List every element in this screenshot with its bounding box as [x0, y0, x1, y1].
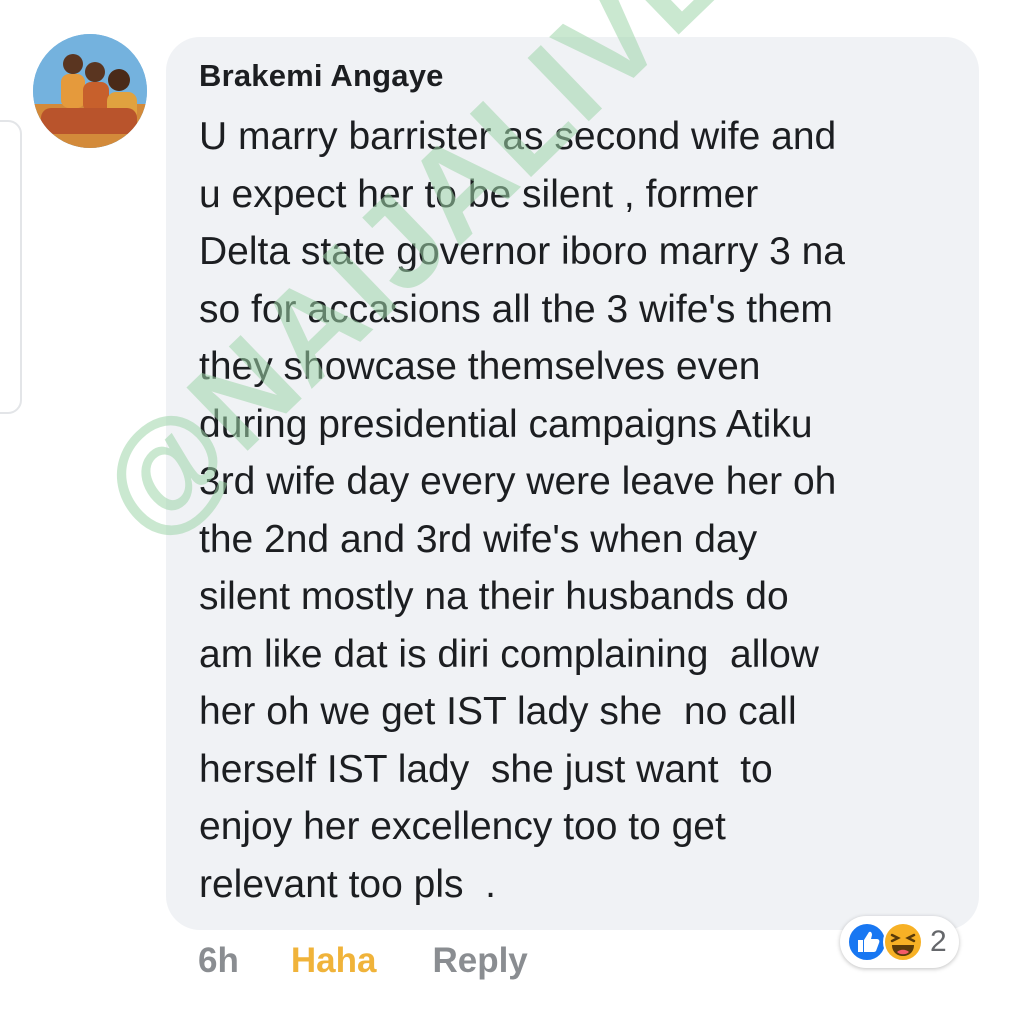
comment-line: relevant too pls .: [199, 862, 496, 906]
reply-button[interactable]: Reply: [432, 941, 527, 981]
comment-author[interactable]: Brakemi Angaye: [199, 58, 444, 94]
reaction-count: 2: [930, 925, 947, 958]
comment-line: her oh we get IST lady she no call: [199, 690, 797, 733]
comment-line: am like dat is diri complaining allow: [199, 632, 819, 676]
comment-line: so for accasions all the 3 wife's them: [199, 287, 833, 331]
comment-text: U marry barrister as second wife and u e…: [199, 108, 959, 913]
comment-line: U marry barrister as second wife and: [199, 115, 837, 158]
haha-icon: [883, 922, 923, 962]
comment-line: they showcase themselves even: [199, 345, 761, 388]
comment-line: herself IST lady she just want to: [199, 747, 773, 791]
comment-screenshot: Brakemi Angaye U marry barrister as seco…: [0, 0, 1015, 1024]
avatar[interactable]: [33, 34, 147, 148]
comment-line: silent mostly na their husbands do: [199, 575, 789, 618]
reaction-summary[interactable]: 2: [840, 916, 959, 968]
comment-actions: 6h Haha Reply: [198, 934, 528, 988]
left-edge-card: [0, 120, 22, 414]
comment-line: the 2nd and 3rd wife's when day: [199, 517, 758, 561]
haha-reaction-button[interactable]: Haha: [291, 941, 377, 981]
avatar-photo-icon: [33, 34, 147, 148]
comment-timestamp[interactable]: 6h: [198, 941, 239, 981]
comment-line: Delta state governor iboro marry 3 na: [199, 230, 845, 273]
comment-line: 3rd wife day every were leave her oh: [199, 460, 837, 503]
comment-line: during presidential campaigns Atiku: [199, 402, 813, 446]
comment-line: enjoy her excellency too to get: [199, 805, 726, 848]
comment-line: u expect her to be silent , former: [199, 172, 759, 216]
